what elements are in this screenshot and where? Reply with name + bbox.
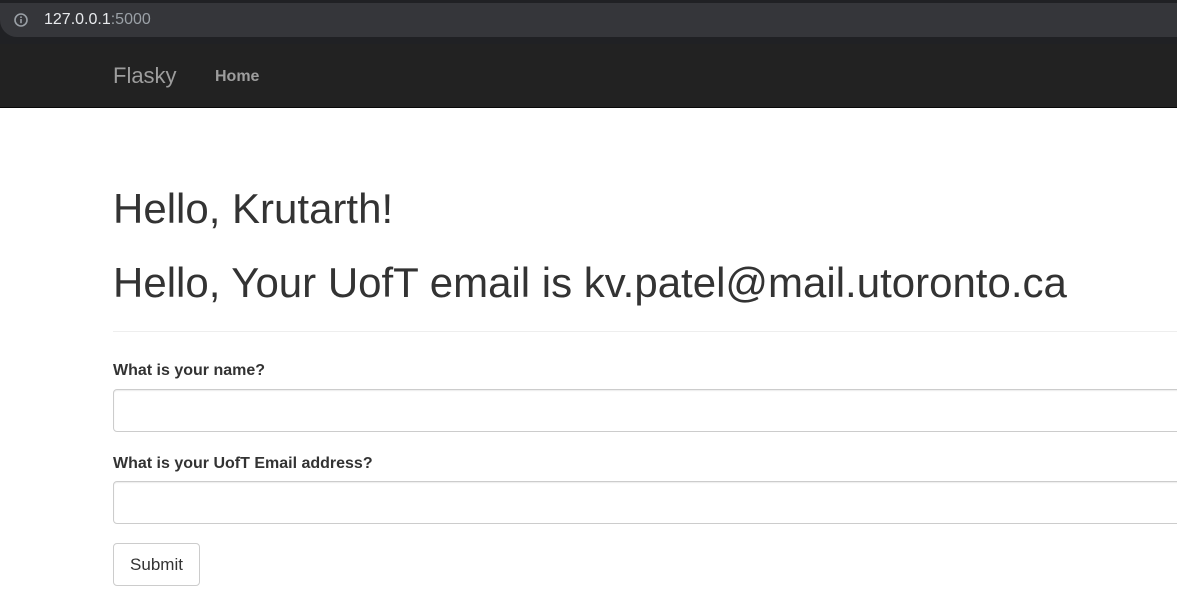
nav-item-home[interactable]: Home: [215, 68, 259, 86]
name-input[interactable]: [113, 389, 1177, 432]
url-host: 127.0.0.1: [44, 11, 111, 28]
greeting-heading: Hello, Krutarth!: [113, 185, 394, 232]
email-heading: Hello, Your UofT email is kv.patel@mail.…: [113, 259, 1067, 306]
browser-toolbar: 127.0.0.1:5000: [0, 0, 1177, 44]
navbar: Flasky Home: [0, 44, 1177, 108]
address-bar[interactable]: 127.0.0.1:5000: [0, 3, 1177, 37]
header-divider: [113, 331, 1177, 332]
submit-button[interactable]: Submit: [113, 543, 200, 586]
navbar-brand[interactable]: Flasky: [113, 64, 177, 88]
url-port: :5000: [110, 11, 151, 28]
url-text[interactable]: 127.0.0.1:5000: [44, 11, 151, 29]
name-label: What is your name?: [113, 362, 266, 379]
email-label: What is your UofT Email address?: [113, 455, 373, 472]
info-icon[interactable]: [14, 13, 28, 27]
email-input[interactable]: [113, 481, 1177, 524]
